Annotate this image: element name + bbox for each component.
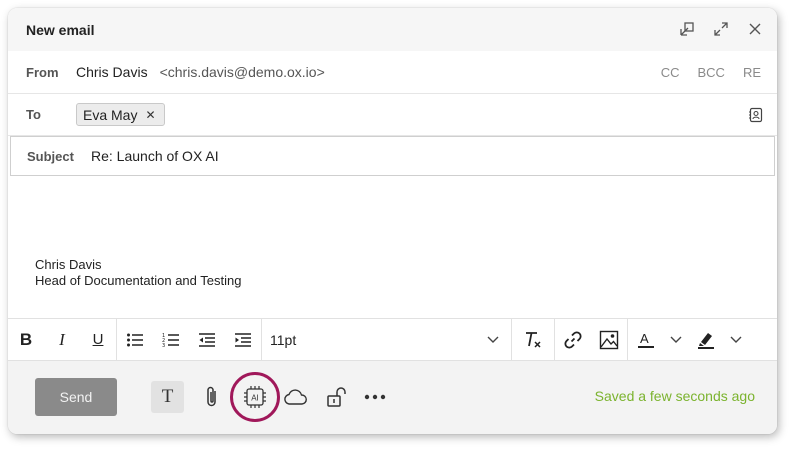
saved-status: Saved a few seconds ago xyxy=(594,388,755,404)
window-title: New email xyxy=(26,21,95,38)
title-bar: New email xyxy=(8,8,777,51)
compose-footer: Send T AI Saved a few seconds ago xyxy=(8,361,777,434)
subject-row[interactable]: Subject Re: Launch of OX AI xyxy=(10,136,775,176)
bcc-button[interactable]: BCC xyxy=(697,65,724,80)
subject-input[interactable]: Re: Launch of OX AI xyxy=(91,148,219,164)
cloud-icon[interactable] xyxy=(282,381,308,413)
font-color-icon[interactable]: A xyxy=(628,319,664,360)
text-style-group: B I U xyxy=(8,319,117,360)
to-row: To Eva May ✕ xyxy=(8,94,777,136)
italic-icon[interactable]: I xyxy=(44,319,80,360)
recipient-name: Eva May xyxy=(83,106,138,123)
chevron-down-icon xyxy=(487,331,499,349)
maximize-icon[interactable] xyxy=(711,18,731,40)
from-name[interactable]: Chris Davis xyxy=(76,64,148,80)
font-size-value: 11pt xyxy=(270,331,297,348)
list-group: 123 xyxy=(117,319,262,360)
from-row: From Chris Davis <chris.davis@demo.ox.io… xyxy=(8,51,777,94)
clear-format-group xyxy=(512,319,555,360)
cc-bcc-group: CC BCC RE xyxy=(661,65,761,80)
ai-chip-label: AI xyxy=(251,394,259,403)
signature-name: Chris Davis xyxy=(35,257,102,272)
font-color-chevron-down-icon[interactable] xyxy=(664,319,688,360)
message-body[interactable]: Chris Davis Head of Documentation and Te… xyxy=(8,177,777,318)
ai-assistant-button[interactable]: AI xyxy=(230,372,280,422)
link-icon[interactable] xyxy=(555,319,591,360)
unlock-icon[interactable] xyxy=(324,381,350,413)
numbered-list-icon[interactable]: 123 xyxy=(153,319,189,360)
insert-image-icon[interactable] xyxy=(591,319,627,360)
subject-label: Subject xyxy=(27,148,74,164)
re-button[interactable]: RE xyxy=(743,65,761,80)
svg-text:A: A xyxy=(640,331,649,346)
from-label: From xyxy=(26,64,59,80)
outdent-icon[interactable] xyxy=(189,319,225,360)
close-icon[interactable] xyxy=(745,18,765,40)
insert-group xyxy=(555,319,628,360)
underline-icon[interactable]: U xyxy=(80,319,116,360)
text-format-icon[interactable]: T xyxy=(151,381,184,413)
highlight-color-icon[interactable] xyxy=(688,319,724,360)
to-label: To xyxy=(26,107,41,122)
compose-window: New email From Chris Davis <chris.davis@… xyxy=(8,8,777,434)
font-color-group: A xyxy=(628,319,748,360)
more-options-icon[interactable] xyxy=(363,381,387,413)
indent-icon[interactable] xyxy=(225,319,261,360)
highlight-chevron-down-icon[interactable] xyxy=(724,319,748,360)
signature-title: Head of Documentation and Testing xyxy=(35,273,242,288)
bold-icon[interactable]: B xyxy=(8,319,44,360)
from-email[interactable]: <chris.davis@demo.ox.io> xyxy=(160,64,325,80)
address-book-icon[interactable] xyxy=(747,106,765,124)
svg-text:3: 3 xyxy=(162,343,165,348)
clear-formatting-icon[interactable] xyxy=(512,319,554,360)
bullet-list-icon[interactable] xyxy=(117,319,153,360)
window-controls xyxy=(677,18,765,40)
attachment-icon[interactable] xyxy=(200,381,224,413)
cc-button[interactable]: CC xyxy=(661,65,680,80)
popout-icon[interactable] xyxy=(677,18,697,40)
recipient-chip[interactable]: Eva May ✕ xyxy=(76,103,165,126)
font-size-select[interactable]: 11pt xyxy=(262,319,512,360)
remove-recipient-icon[interactable]: ✕ xyxy=(145,108,155,122)
formatting-toolbar: B I U 123 11pt A xyxy=(8,318,777,361)
send-button[interactable]: Send xyxy=(35,378,117,416)
